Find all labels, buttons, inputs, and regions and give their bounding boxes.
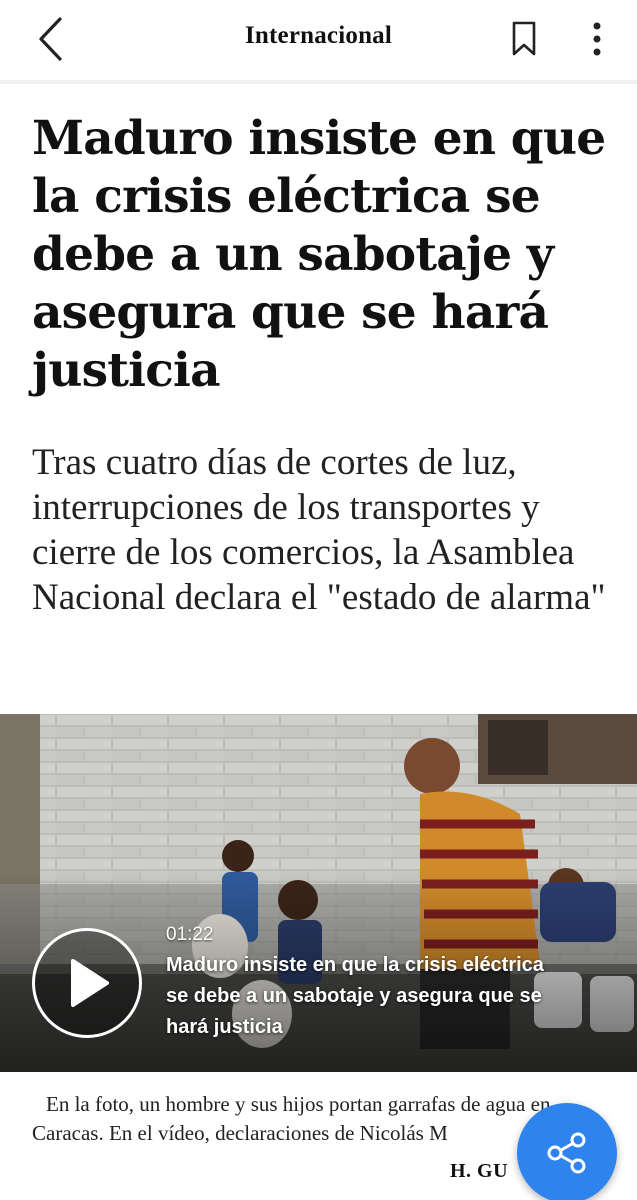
play-button[interactable]: [32, 928, 142, 1038]
top-bar: Internacional: [0, 0, 637, 84]
video-duration: 01:22: [166, 924, 214, 945]
article-headline: Maduro insiste en que la crisis eléctric…: [32, 111, 606, 398]
share-button[interactable]: [517, 1103, 617, 1200]
article-subtitle: Tras cuatro días de cortes de luz, inter…: [32, 442, 606, 618]
video-player[interactable]: 01:22 Maduro insiste en que la crisis el…: [0, 714, 637, 1072]
more-vertical-icon: [593, 22, 601, 56]
play-icon: [71, 959, 109, 1007]
photo-credit: H. GU: [450, 1160, 509, 1182]
bookmark-icon: [512, 21, 536, 56]
share-icon: [547, 1132, 586, 1174]
bookmark-button[interactable]: [500, 14, 548, 64]
video-title: Maduro insiste en que la crisis eléctric…: [166, 954, 544, 1038]
more-options-button[interactable]: [574, 14, 620, 64]
